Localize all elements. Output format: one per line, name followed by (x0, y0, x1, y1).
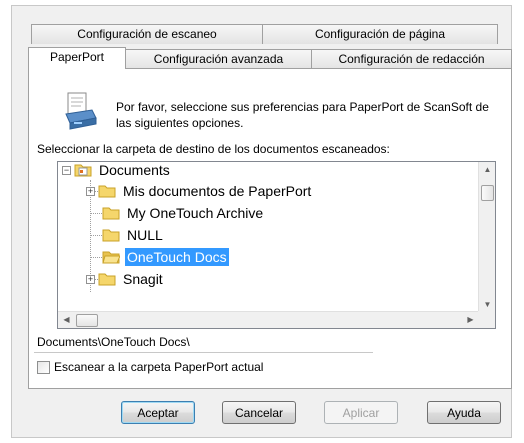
tab-redaction-settings-label: Configuración de redacción (338, 52, 485, 66)
scan-to-current-folder-checkbox[interactable] (37, 360, 50, 374)
properties-dialog: Configuración de escaneo Configuración d… (11, 5, 512, 438)
tab-page-settings-label: Configuración de página (314, 27, 446, 41)
folder-icon (102, 207, 120, 220)
tree-node-label: Documents (99, 162, 170, 178)
tree-node-label: Snagit (123, 271, 163, 287)
expand-icon[interactable]: + (86, 274, 95, 284)
paperport-panel: Por favor, seleccione sus preferencias p… (28, 68, 512, 389)
open-folder-icon (102, 251, 120, 264)
path-divider (34, 352, 373, 353)
tree-node-label: Mis documentos de PaperPort (123, 183, 312, 199)
collapse-icon[interactable]: − (62, 165, 71, 175)
scroll-down-icon[interactable]: ▼ (479, 300, 495, 309)
scrollbar-corner (478, 311, 495, 328)
scroll-up-icon[interactable]: ▲ (479, 165, 495, 174)
scan-to-current-folder-label: Escanear a la carpeta PaperPort actual (54, 360, 264, 374)
tree-connector (90, 213, 102, 214)
tab-paperport-label: PaperPort (49, 50, 105, 64)
destination-folder-label: Seleccionar la carpeta de destino de los… (37, 142, 390, 156)
expand-icon[interactable]: + (86, 186, 95, 196)
tab-advanced-settings[interactable]: Configuración avanzada (125, 49, 312, 69)
scroll-right-icon[interactable]: ▶ (462, 315, 479, 324)
help-button[interactable]: Ayuda (427, 401, 501, 424)
tree-connector (90, 235, 102, 236)
folder-tree-body: − Documents + Mis documentos de PaperPor… (58, 162, 479, 312)
cancel-button[interactable]: Cancelar (222, 401, 296, 424)
tree-node[interactable]: + Mis documentos de PaperPort (86, 180, 313, 202)
folder-icon (98, 185, 116, 198)
selected-folder-path: Documents\OneTouch Docs\ (37, 335, 190, 349)
tree-node[interactable]: NULL (102, 224, 165, 246)
tab-paperport[interactable]: PaperPort (28, 47, 126, 69)
horizontal-scroll-thumb[interactable] (76, 314, 98, 327)
scan-to-current-folder-option[interactable]: Escanear a la carpeta PaperPort actual (37, 360, 263, 374)
vertical-scroll-thumb[interactable] (481, 185, 494, 201)
tree-node[interactable]: + Snagit (86, 268, 165, 290)
horizontal-scrollbar[interactable]: ◀ ▶ (58, 311, 479, 328)
scanner-icon (65, 92, 97, 130)
tab-advanced-settings-label: Configuración avanzada (153, 52, 284, 66)
tab-redaction-settings[interactable]: Configuración de redacción (311, 49, 512, 69)
accept-button[interactable]: Aceptar (121, 401, 195, 424)
tab-scan-settings[interactable]: Configuración de escaneo (31, 24, 263, 44)
intro-text: Por favor, seleccione sus preferencias p… (116, 100, 489, 130)
tree-connector (90, 257, 102, 258)
folder-icon (102, 229, 120, 242)
tree-node-label: OneTouch Docs (125, 248, 229, 266)
folder-tree[interactable]: − Documents + Mis documentos de PaperPor… (57, 161, 496, 329)
tree-node-documents[interactable]: − Documents (62, 162, 172, 181)
tree-node-label: My OneTouch Archive (127, 205, 264, 221)
tab-scan-settings-label: Configuración de escaneo (77, 27, 217, 41)
tree-node-label: NULL (127, 227, 163, 243)
tree-node[interactable]: My OneTouch Archive (102, 202, 265, 224)
folder-icon (98, 273, 116, 286)
tab-page-settings[interactable]: Configuración de página (262, 24, 498, 44)
documents-folder-icon (74, 164, 92, 177)
tree-node-selected[interactable]: OneTouch Docs (102, 246, 229, 268)
apply-button[interactable]: Aplicar (324, 401, 398, 424)
vertical-scrollbar[interactable]: ▲ ▼ (478, 162, 495, 312)
scroll-left-icon[interactable]: ◀ (58, 315, 75, 324)
